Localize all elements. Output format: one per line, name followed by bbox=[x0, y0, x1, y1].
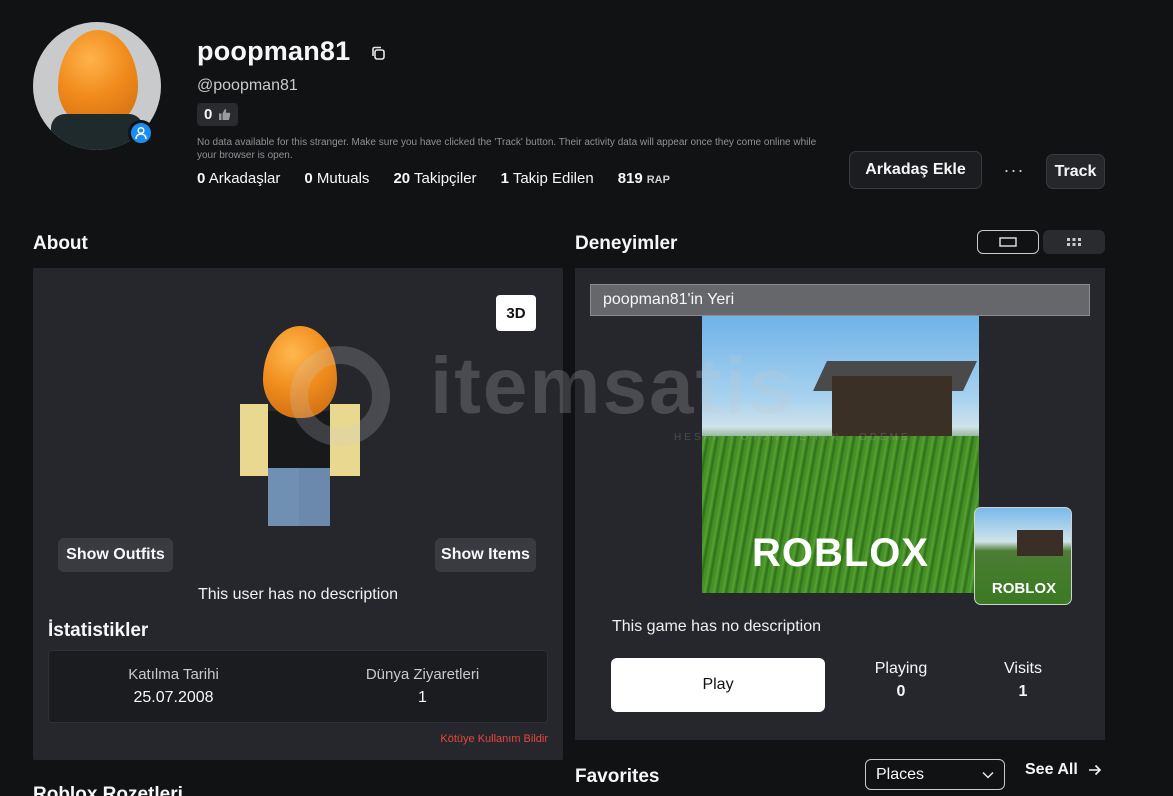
track-button[interactable]: Track bbox=[1046, 154, 1105, 189]
visits-value: 1 bbox=[1018, 683, 1028, 700]
user-description: This user has no description bbox=[197, 586, 399, 603]
show-outfits-button[interactable]: Show Outfits bbox=[58, 538, 173, 572]
grid-view-icon bbox=[1067, 238, 1081, 246]
statistics-box: Katılma Tarihi 25.07.2008 Dünya Ziyaretl… bbox=[48, 650, 548, 723]
chevron-down-icon bbox=[982, 771, 994, 779]
roblox-badges-title: Roblox Rozetleri bbox=[33, 784, 183, 796]
about-panel: 3D Show Outfits Show Items This user has… bbox=[33, 268, 563, 760]
avatar-3d-figure[interactable] bbox=[238, 326, 368, 531]
following-stat[interactable]: 1 Takip Edilen bbox=[501, 170, 594, 187]
join-date-cell: Katılma Tarihi 25.07.2008 bbox=[49, 651, 298, 722]
rap-stat: 819 RAP bbox=[617, 170, 670, 187]
avatar-figure-torso bbox=[268, 411, 330, 473]
profile-stats-row: 0 Arkadaşlar 0 Mutuals 20 Takipçiler 1 T… bbox=[197, 170, 694, 187]
more-options-button[interactable]: ··· bbox=[1000, 155, 1028, 185]
avatar-left-leg bbox=[268, 468, 299, 526]
avatar-figure-head bbox=[263, 326, 337, 418]
playing-metric: Playing 0 bbox=[870, 660, 932, 701]
game-mini-thumbnail[interactable]: ROBLOX bbox=[974, 507, 1072, 605]
game-thumbnail[interactable]: ROBLOX bbox=[702, 316, 979, 593]
thumb-roblox-logo: ROBLOX bbox=[751, 531, 930, 575]
avatar-right-arm bbox=[330, 404, 360, 476]
thumbs-up-icon bbox=[219, 109, 231, 120]
show-items-button[interactable]: Show Items bbox=[435, 538, 536, 572]
experiences-panel: poopman81'in Yeri ROBLOX ROBLOX This gam… bbox=[575, 268, 1105, 740]
mini-roblox-logo: ROBLOX bbox=[991, 580, 1057, 597]
profile-handle: @poopman81 bbox=[197, 77, 298, 94]
game-description: This game has no description bbox=[612, 618, 821, 635]
avatar-right-leg bbox=[299, 468, 330, 526]
favorites-category-select[interactable]: Places bbox=[865, 759, 1005, 790]
join-date-value: 25.07.2008 bbox=[133, 689, 214, 706]
profile-display-name: poopman81 bbox=[197, 36, 351, 66]
visits-label: Visits bbox=[1004, 660, 1042, 677]
play-button[interactable]: Play bbox=[611, 658, 825, 712]
mini-house bbox=[1017, 530, 1063, 556]
likes-badge[interactable]: 0 bbox=[197, 103, 239, 126]
experiences-title: Deneyimler bbox=[575, 233, 678, 254]
mutuals-stat[interactable]: 0 Mutuals bbox=[304, 170, 369, 187]
followers-stat[interactable]: 20 Takipçiler bbox=[393, 170, 476, 187]
tracking-notice: No data available for this stranger. Mak… bbox=[197, 137, 817, 161]
view-grid-toggle[interactable] bbox=[1043, 230, 1105, 254]
join-date-label: Katılma Tarihi bbox=[128, 666, 219, 683]
statistics-title: İstatistikler bbox=[48, 620, 149, 641]
single-view-icon bbox=[999, 237, 1017, 247]
place-visits-label: Dünya Ziyaretleri bbox=[365, 666, 480, 683]
user-icon bbox=[135, 126, 147, 140]
likes-count: 0 bbox=[204, 106, 213, 123]
playing-value: 0 bbox=[896, 683, 906, 700]
place-visits-cell: Dünya Ziyaretleri 1 bbox=[298, 651, 547, 722]
playing-label: Playing bbox=[874, 660, 928, 677]
avatar-left-arm bbox=[240, 404, 268, 476]
visits-metric: Visits 1 bbox=[995, 660, 1051, 701]
see-all-label: See All bbox=[1025, 761, 1078, 778]
copy-icon[interactable] bbox=[370, 45, 386, 61]
view-single-toggle[interactable] bbox=[977, 230, 1039, 254]
about-title: About bbox=[33, 233, 88, 254]
favorites-selected-value: Places bbox=[876, 765, 925, 783]
profile-avatar bbox=[33, 22, 161, 150]
favorites-title: Favorites bbox=[575, 766, 660, 787]
arrow-right-icon bbox=[1088, 764, 1101, 776]
see-all-link[interactable]: See All bbox=[1025, 761, 1102, 779]
game-title: poopman81'in Yeri bbox=[590, 284, 1090, 316]
report-abuse-link[interactable]: Kötüye Kullanım Bildir bbox=[440, 733, 548, 745]
view-3d-button[interactable]: 3D bbox=[496, 295, 536, 331]
friends-stat[interactable]: 0 Arkadaşlar bbox=[197, 170, 280, 187]
place-visits-value: 1 bbox=[418, 689, 427, 706]
add-friend-button[interactable]: Arkadaş Ekle bbox=[849, 151, 982, 189]
online-status-badge bbox=[128, 120, 154, 146]
